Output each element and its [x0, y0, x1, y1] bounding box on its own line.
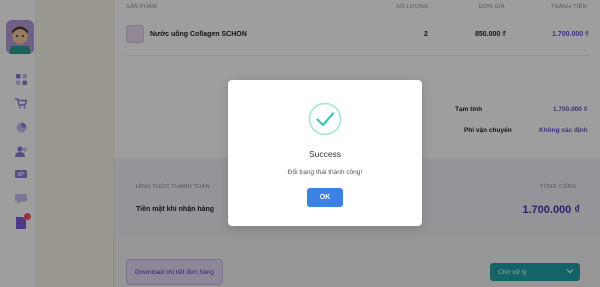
dialog-title: Success — [308, 149, 342, 159]
success-dialog: Success Đổi trạng thái thành công! OK — [228, 80, 422, 226]
ok-button[interactable]: OK — [307, 188, 343, 207]
success-check-icon — [308, 102, 342, 136]
dialog-message: Đổi trạng thái thành công! — [287, 169, 363, 176]
